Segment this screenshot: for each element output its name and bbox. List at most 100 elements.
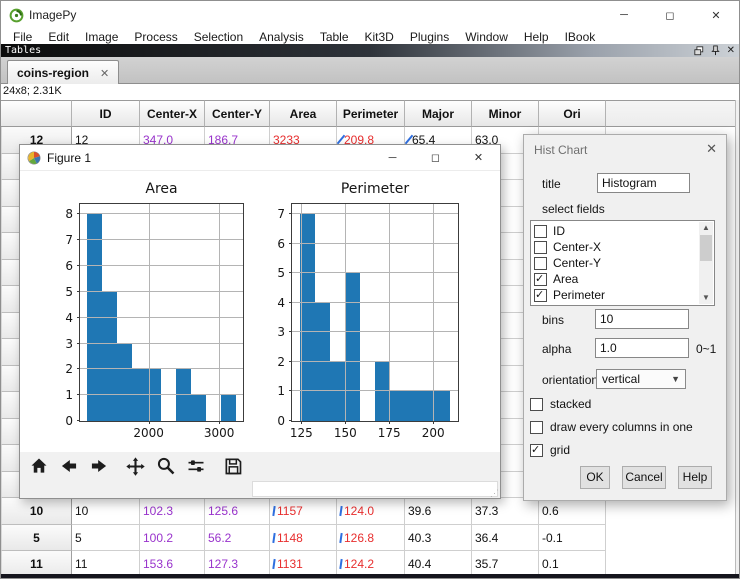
table-cell[interactable]: 5: [72, 524, 140, 551]
menu-item-ibook[interactable]: IBook: [557, 30, 604, 44]
figure-minimize-button[interactable]: ─: [371, 145, 414, 170]
resize-grip[interactable]: ⋰: [490, 489, 499, 498]
maximize-button[interactable]: ◻: [647, 1, 693, 29]
field-checkbox[interactable]: [534, 272, 547, 286]
list-scrollbar[interactable]: ▲ ▼: [699, 222, 713, 304]
float-pane-icon[interactable]: [694, 45, 704, 56]
row-header[interactable]: 5: [1, 524, 72, 551]
bins-input[interactable]: 10: [595, 309, 689, 329]
field-option-center-x[interactable]: Center-X: [531, 239, 698, 255]
row-header[interactable]: 10: [1, 498, 72, 525]
orientation-select[interactable]: vertical ▼: [596, 369, 686, 389]
field-checkbox[interactable]: [534, 224, 547, 238]
scrollbar-thumb[interactable]: [700, 235, 712, 261]
field-checkbox[interactable]: [534, 256, 547, 270]
dialog-close-icon[interactable]: ✕: [706, 142, 717, 155]
y-tick-label: 6: [65, 259, 73, 273]
menu-item-file[interactable]: File: [5, 30, 40, 44]
alpha-input[interactable]: 1.0: [595, 338, 689, 358]
column-header-major[interactable]: Major: [405, 100, 472, 127]
menu-item-edit[interactable]: Edit: [40, 30, 77, 44]
tab-coins-region[interactable]: coins-region ✕: [7, 60, 120, 85]
title-input[interactable]: Histogram: [597, 173, 690, 193]
table-cell[interactable]: 37.3: [472, 498, 539, 525]
table-cell[interactable]: -0.1: [539, 524, 606, 551]
home-icon[interactable]: [29, 456, 49, 476]
close-button[interactable]: ✕: [693, 1, 739, 29]
forward-icon[interactable]: [89, 456, 109, 476]
save-icon[interactable]: [223, 456, 243, 476]
menu-item-help[interactable]: Help: [516, 30, 557, 44]
pan-icon[interactable]: [125, 456, 146, 477]
table-cell[interactable]: 0.6: [539, 498, 606, 525]
column-header-minor[interactable]: Minor: [472, 100, 539, 127]
table-cell[interactable]: 40.3: [405, 524, 472, 551]
close-pane-icon[interactable]: ✕: [727, 45, 735, 56]
column-header-id[interactable]: ID: [72, 100, 140, 127]
cancel-button[interactable]: Cancel: [622, 466, 666, 489]
histogram-bar: [435, 391, 451, 421]
tab-close-icon[interactable]: ✕: [100, 67, 109, 80]
back-icon[interactable]: [59, 456, 79, 476]
figure-title-bar[interactable]: Figure 1 ─ ◻ ✕: [20, 145, 500, 171]
table-cell[interactable]: 39.6: [405, 498, 472, 525]
field-checkbox[interactable]: [534, 288, 547, 302]
scroll-up-icon[interactable]: ▲: [699, 222, 713, 234]
field-select-list[interactable]: ID Center-X Center-Y Area Perimeter ▲ ▼: [530, 220, 715, 306]
field-option-perimeter[interactable]: Perimeter: [531, 287, 698, 303]
menu-item-table[interactable]: Table: [312, 30, 357, 44]
zoom-icon[interactable]: [156, 456, 176, 476]
field-option-area[interactable]: Area: [531, 271, 698, 287]
menu-item-selection[interactable]: Selection: [186, 30, 251, 44]
grid-checkbox[interactable]: [530, 443, 543, 457]
menu-item-kit3d[interactable]: Kit3D: [357, 30, 402, 44]
table-cell[interactable]: 56.2: [205, 524, 270, 551]
draw-all-checkbox-row[interactable]: draw every columns in one: [530, 420, 693, 434]
menu-item-plugins[interactable]: Plugins: [402, 30, 457, 44]
figure-window[interactable]: Figure 1 ─ ◻ ✕ Area 2000 3000 0 1 2 3 4 5 6 7 8 Per…: [19, 144, 501, 499]
menu-item-process[interactable]: Process: [126, 30, 185, 44]
column-header-perimeter[interactable]: Perimeter: [337, 100, 405, 127]
table-cell[interactable]: 1157: [270, 498, 337, 525]
x-tick-label: 175: [377, 426, 401, 440]
histogram-bar: [405, 391, 421, 421]
stacked-checkbox[interactable]: [530, 397, 543, 411]
menu-item-analysis[interactable]: Analysis: [251, 30, 312, 44]
column-header-center-y[interactable]: Center-Y: [205, 100, 270, 127]
scroll-down-icon[interactable]: ▼: [699, 292, 713, 304]
table-cell[interactable]: 102.3: [140, 498, 205, 525]
field-option-id[interactable]: ID: [531, 223, 698, 239]
stacked-checkbox-row[interactable]: stacked: [530, 397, 591, 411]
menu-item-image[interactable]: Image: [77, 30, 126, 44]
table-cell[interactable]: 126.8: [337, 524, 405, 551]
histogram-bar: [191, 395, 206, 421]
column-header-ori[interactable]: Ori: [539, 100, 606, 127]
minimize-button[interactable]: ─: [601, 1, 647, 29]
grid-checkbox-row[interactable]: grid: [530, 443, 570, 457]
table-cell[interactable]: 100.2: [140, 524, 205, 551]
column-header-center-x[interactable]: Center-X: [140, 100, 205, 127]
table-cell[interactable]: 125.6: [205, 498, 270, 525]
pin-pane-icon[interactable]: [710, 45, 720, 56]
field-checkbox[interactable]: [534, 240, 547, 254]
column-header-area[interactable]: Area: [270, 100, 337, 127]
y-tick-label: 0: [65, 414, 73, 428]
field-option-center-y[interactable]: Center-Y: [531, 255, 698, 271]
menu-item-window[interactable]: Window: [457, 30, 516, 44]
grid-line: [301, 204, 303, 421]
figure-canvas[interactable]: Area 2000 3000 0 1 2 3 4 5 6 7 8 Perimeter 125 150 175…: [20, 171, 500, 452]
table-cell[interactable]: 124.0: [337, 498, 405, 525]
table-cell[interactable]: 36.4: [472, 524, 539, 551]
x-tick-mark: [148, 421, 150, 424]
draw-all-checkbox[interactable]: [530, 420, 543, 434]
figure-close-button[interactable]: ✕: [457, 145, 500, 170]
ok-button[interactable]: OK: [580, 466, 610, 489]
y-tick-label: 8: [65, 207, 73, 222]
subplots-icon[interactable]: [186, 456, 206, 476]
figure-message-box: [252, 481, 498, 497]
help-button[interactable]: Help: [678, 466, 712, 489]
hist-chart-dialog[interactable]: Hist Chart ✕ title Histogram select fiel…: [523, 134, 727, 501]
figure-maximize-button[interactable]: ◻: [414, 145, 457, 170]
table-cell[interactable]: 1148: [270, 524, 337, 551]
table-cell[interactable]: 10: [72, 498, 140, 525]
